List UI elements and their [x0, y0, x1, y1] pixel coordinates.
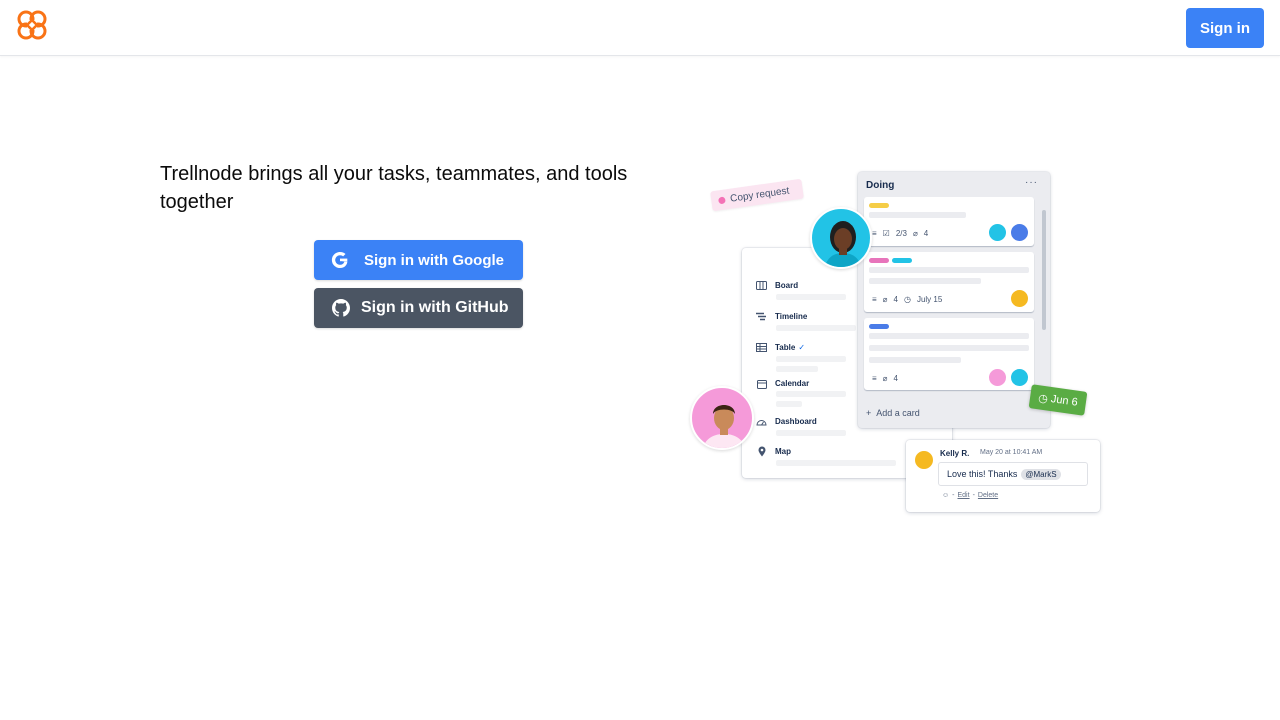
emoji-icon: ☺ — [942, 492, 950, 499]
placeholder-bar — [776, 430, 846, 436]
comment-text: Love this! Thanks — [947, 469, 1018, 479]
sidebar-item-table: Table ✓ — [756, 342, 805, 353]
placeholder-bar — [776, 366, 818, 372]
card-label — [869, 258, 889, 263]
comment-author: Kelly R. — [940, 449, 970, 458]
list-title: Doing — [866, 180, 895, 191]
card-label — [892, 258, 912, 263]
placeholder-bar — [776, 356, 846, 362]
comment-actions: ☺ - Edit - Delete — [942, 492, 999, 499]
label-dot — [717, 195, 726, 204]
google-icon — [330, 250, 350, 270]
attachment-icon: ⌀ — [882, 295, 888, 304]
placeholder-bar — [776, 401, 802, 407]
sidebar-item-timeline: Timeline — [756, 311, 807, 322]
placeholder-bar — [776, 294, 846, 300]
card-badges: ≡ ⌀ 4 — [872, 374, 898, 383]
board-icon — [756, 280, 767, 291]
clock-icon: ◷ — [903, 295, 911, 304]
placeholder-bar — [869, 278, 981, 284]
copy-request-label: Copy request — [710, 178, 804, 212]
map-pin-icon — [756, 446, 767, 457]
card-badges: ≡ ⌀ 4 ◷ July 15 — [872, 295, 943, 304]
github-button-label: Sign in with GitHub — [361, 299, 509, 316]
top-bar: Sign in — [0, 0, 1280, 56]
avatar — [1010, 223, 1029, 242]
attachment-icon: ⌀ — [882, 374, 888, 383]
card-label — [869, 203, 889, 208]
add-card-button: + Add a card — [866, 408, 920, 418]
table-icon — [756, 342, 767, 353]
card-badges: ≡ ☑ 2/3 ⌀ 4 — [872, 229, 929, 238]
list-card: ≡ ⌀ 4 ◷ July 15 — [864, 252, 1034, 312]
github-icon — [331, 298, 351, 318]
avatar — [988, 368, 1007, 387]
person-avatar-illustration — [690, 386, 754, 450]
edit-link: Edit — [957, 492, 970, 499]
description-icon: ≡ — [872, 295, 877, 304]
placeholder-bar — [776, 460, 896, 466]
check-icon: ✓ — [798, 343, 806, 352]
description-icon: ≡ — [872, 229, 877, 238]
sidebar-item-map: Map — [756, 446, 791, 457]
person-avatar-illustration — [810, 207, 872, 269]
plus-icon: + — [866, 408, 872, 418]
list-scrollbar — [1042, 210, 1046, 330]
placeholder-bar — [869, 345, 1029, 351]
dashboard-icon — [756, 416, 767, 427]
description-icon: ≡ — [872, 374, 877, 383]
tagline: Trellnode brings all your tasks, teammat… — [160, 163, 628, 213]
clock-icon: ◷ — [1037, 391, 1049, 406]
comment-text-box: Love this! Thanks @MarkS — [938, 462, 1088, 486]
sign-in-button[interactable]: Sign in — [1186, 8, 1264, 48]
doing-list: Doing ··· ≡ ☑ 2/3 ⌀ 4 ≡ ⌀ 4 ◷ July 15 ≡ … — [858, 172, 1050, 428]
attachment-icon: ⌀ — [912, 229, 918, 238]
avatar — [1010, 368, 1029, 387]
clover-logo-icon[interactable] — [14, 7, 50, 43]
avatar — [1010, 289, 1029, 308]
timeline-icon — [756, 311, 767, 322]
list-menu-icon: ··· — [1025, 177, 1038, 188]
product-illustration: Board Timeline Table ✓ Calendar Dashboar… — [680, 160, 1120, 540]
checklist-icon: ☑ — [882, 229, 890, 238]
placeholder-bar — [776, 391, 846, 397]
sidebar-item-board: Board — [756, 280, 798, 291]
sign-in-with-google-button[interactable]: Sign in with Google — [314, 240, 523, 280]
placeholder-bar — [869, 212, 966, 218]
placeholder-bar — [869, 357, 961, 363]
sidebar-item-dashboard: Dashboard — [756, 416, 817, 427]
comment-time: May 20 at 10:41 AM — [980, 449, 1043, 456]
list-card: ≡ ☑ 2/3 ⌀ 4 — [864, 197, 1034, 246]
calendar-icon — [756, 378, 767, 389]
mention-chip: @MarkS — [1021, 468, 1061, 480]
avatar — [914, 450, 934, 470]
delete-link: Delete — [977, 492, 999, 499]
placeholder-bar — [869, 333, 1029, 339]
card-label — [869, 324, 889, 329]
sidebar-item-calendar: Calendar — [756, 378, 809, 389]
placeholder-bar — [869, 267, 1029, 273]
list-card: ≡ ⌀ 4 — [864, 318, 1034, 390]
sign-in-with-github-button[interactable]: Sign in with GitHub — [314, 288, 523, 328]
placeholder-bar — [776, 325, 856, 331]
google-button-label: Sign in with Google — [364, 251, 504, 269]
comment-card: Kelly R. May 20 at 10:41 AM Love this! T… — [906, 440, 1100, 512]
avatar — [988, 223, 1007, 242]
